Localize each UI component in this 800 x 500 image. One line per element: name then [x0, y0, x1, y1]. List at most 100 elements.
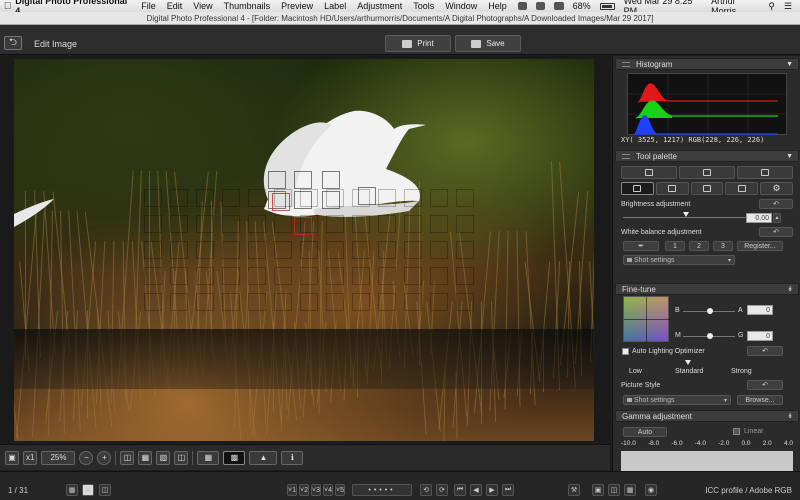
save-button[interactable]: Save — [455, 35, 521, 52]
menu-label[interactable]: Label — [324, 1, 346, 11]
zoom-out-button[interactable]: − — [79, 450, 94, 465]
layout-grid-button[interactable]: ▦ — [197, 450, 220, 465]
menu-tools[interactable]: Tools — [413, 1, 434, 11]
af-grid-point — [352, 215, 370, 233]
alo-level-marker[interactable] — [685, 360, 691, 365]
fit-screen-button[interactable]: ▣ — [5, 450, 19, 465]
wb-select[interactable]: Shot settings ▾ — [623, 255, 735, 265]
menu-window[interactable]: Window — [445, 1, 477, 11]
prev-image-button[interactable]: ◀ — [470, 484, 482, 496]
info-button[interactable]: ℹ — [281, 450, 304, 465]
tool-palette-header[interactable]: Tool palette ▼ — [615, 150, 799, 162]
wb-register-button[interactable]: Register... — [737, 241, 783, 251]
menu-view[interactable]: View — [193, 1, 212, 11]
brightness-reset-button[interactable]: ↶ — [759, 199, 793, 209]
print-button[interactable]: Print — [385, 35, 451, 52]
tab-stamp[interactable] — [737, 166, 793, 179]
status-icon[interactable] — [517, 2, 528, 10]
rotate-left-button[interactable]: ⟲ — [420, 484, 432, 496]
af-grid-point — [300, 267, 318, 285]
alo-reset-button[interactable]: ↶ — [747, 346, 783, 356]
rating-5-button[interactable]: ˅5 — [335, 484, 345, 496]
back-button[interactable]: ⮌ — [4, 36, 22, 50]
fine-tune-header[interactable]: Fine-tune ↡ — [615, 283, 799, 295]
next-image-button[interactable]: ▶ — [486, 484, 498, 496]
photo-preview[interactable] — [14, 59, 594, 441]
wb-reset-button[interactable]: ↶ — [759, 227, 793, 237]
wb-preset-2[interactable]: 2 — [689, 241, 709, 251]
first-image-button[interactable]: ⏮ — [454, 484, 466, 496]
af-points-button[interactable]: ▦ — [138, 450, 153, 465]
star-rating[interactable]: ••••• — [352, 484, 412, 496]
battery-icon[interactable] — [599, 2, 615, 10]
rating-2-button[interactable]: ˅2 — [299, 484, 309, 496]
gamma-auto-button[interactable]: Auto — [623, 427, 667, 437]
alo-checkbox[interactable] — [622, 348, 629, 355]
tab-tone[interactable] — [655, 182, 689, 195]
split-view-button[interactable]: ◫ — [174, 450, 189, 465]
volume-icon[interactable] — [554, 2, 564, 10]
wb-preset-3[interactable]: 3 — [713, 241, 733, 251]
compare-button[interactable]: ▲ — [249, 450, 278, 465]
brightness-value-field[interactable]: 0.00 — [746, 213, 772, 223]
gamma-header[interactable]: Gamma adjustment ↡ — [615, 410, 799, 422]
tab-curve[interactable] — [690, 182, 724, 195]
panel-layout-3-button[interactable]: ▦ — [624, 484, 636, 496]
gamma-linear-checkbox[interactable] — [733, 428, 740, 435]
zoom-1x-button[interactable]: x1 — [23, 450, 38, 465]
menu-adjustment[interactable]: Adjustment — [357, 1, 402, 11]
wb-eyedropper-button[interactable]: ✒ — [623, 241, 659, 251]
af-grid-point — [404, 293, 422, 311]
tab-basic[interactable] — [621, 182, 654, 195]
picture-style-reset-button[interactable]: ↶ — [747, 380, 783, 390]
brightness-stepper[interactable]: ▲ — [773, 213, 781, 223]
menu-list-icon[interactable]: ☰ — [784, 1, 792, 12]
picture-style-browse-button[interactable]: Browse... — [737, 395, 783, 405]
zoom-level-select[interactable]: 25% — [41, 450, 76, 465]
brightness-slider[interactable] — [623, 217, 749, 218]
grip-icon — [622, 153, 630, 159]
battery-percent[interactable]: 68% — [573, 1, 591, 11]
camera-button[interactable]: ◉ — [645, 484, 657, 496]
grid-button[interactable]: ▧ — [156, 450, 171, 465]
rotate-right-button[interactable]: ⟳ — [436, 484, 448, 496]
color-fine-tune-grid[interactable] — [623, 296, 670, 343]
fine-tune-a-value[interactable]: 0 — [747, 305, 773, 315]
panel-layout-1-button[interactable]: ▣ — [592, 484, 604, 496]
rating-1-button[interactable]: ˅1 — [287, 484, 297, 496]
picture-style-select[interactable]: Shot settings ▾ — [623, 395, 731, 405]
crop-view-button[interactable]: ◫ — [120, 450, 135, 465]
menu-edit[interactable]: Edit — [167, 1, 183, 11]
rating-4-button[interactable]: ˅4 — [323, 484, 333, 496]
tab-settings[interactable]: ⚙ — [760, 182, 793, 195]
fine-tune-g-value[interactable]: 0 — [747, 331, 773, 341]
gamma-graph[interactable] — [621, 451, 793, 471]
last-image-button[interactable]: ⏭ — [502, 484, 514, 496]
brightness-slider-knob[interactable] — [683, 212, 689, 217]
panel-layout-2-button[interactable]: ◫ — [608, 484, 620, 496]
wb-preset-1[interactable]: 1 — [665, 241, 685, 251]
single-view-button[interactable]: ▣ — [82, 484, 94, 496]
zoom-in-button[interactable]: + — [97, 450, 112, 465]
tools-button[interactable]: ⚒ — [568, 484, 580, 496]
menu-help[interactable]: Help — [488, 1, 507, 11]
filmstrip-view-button[interactable]: ◫ — [99, 484, 111, 496]
histogram-header[interactable]: Histogram ▼ — [615, 58, 799, 70]
thumbnail-view-button[interactable]: ▦ — [66, 484, 78, 496]
af-grid-point — [300, 189, 318, 207]
tab-crop[interactable] — [679, 166, 735, 179]
spotlight-icon[interactable]: ⚲ — [768, 1, 775, 12]
fine-tune-mg-knob[interactable] — [707, 333, 713, 339]
checker-button[interactable]: ▩ — [223, 450, 246, 465]
apple-icon[interactable]:  — [0, 1, 15, 12]
menu-preview[interactable]: Preview — [281, 1, 313, 11]
tab-lens-correction[interactable] — [621, 166, 677, 179]
wifi-icon[interactable] — [536, 2, 546, 10]
rating-3-button[interactable]: ˅3 — [311, 484, 321, 496]
fine-tune-ba-knob[interactable] — [707, 308, 713, 314]
menu-thumbnails[interactable]: Thumbnails — [224, 1, 271, 11]
af-point — [322, 171, 340, 189]
menu-file[interactable]: File — [141, 1, 156, 11]
gamma-scale-tick: -6.0 — [671, 440, 683, 447]
tab-color[interactable] — [725, 182, 759, 195]
